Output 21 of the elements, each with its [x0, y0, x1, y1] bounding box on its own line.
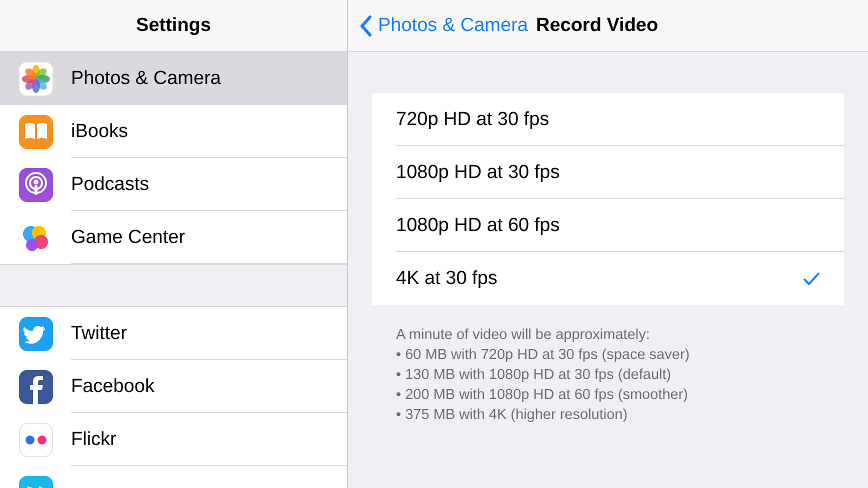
- sidebar-item[interactable]: Photos & Camera: [0, 52, 347, 105]
- checkmark-icon: [803, 272, 820, 286]
- bird-icon[interactable]: [19, 316, 53, 350]
- footer-note: • 60 MB with 720p HD at 30 fps (space saver): [396, 346, 691, 365]
- two-dots-icon[interactable]: [19, 422, 53, 456]
- footer-note: • 200 MB with 1080p HD at 60 fps (smoother): [396, 386, 689, 405]
- footer-note: • 375 MB with 4K (higher resolution): [396, 406, 629, 425]
- back-button[interactable]: Photos & Camera: [360, 14, 528, 36]
- flower-icon[interactable]: [19, 62, 53, 96]
- footer-note: A minute of video will be approximately:: [396, 326, 651, 345]
- book-icon[interactable]: [19, 114, 53, 148]
- resolution-option[interactable]: 720p HD at 30 fps: [372, 93, 844, 146]
- page-title: Record Video: [536, 14, 658, 36]
- podcast-icon[interactable]: [19, 168, 53, 202]
- resolution-option[interactable]: 1080p HD at 60 fps: [372, 199, 844, 252]
- letter-f-icon[interactable]: [19, 370, 53, 404]
- resolution-option[interactable]: 1080p HD at 30 fps: [372, 146, 844, 199]
- sidebar-title: Settings: [136, 14, 211, 36]
- chevron-left-icon: [360, 14, 372, 36]
- resolution-option[interactable]: 4K at 30 fps: [372, 252, 844, 305]
- footer-note: • 130 MB with 1080p HD at 30 fps (default): [396, 366, 672, 385]
